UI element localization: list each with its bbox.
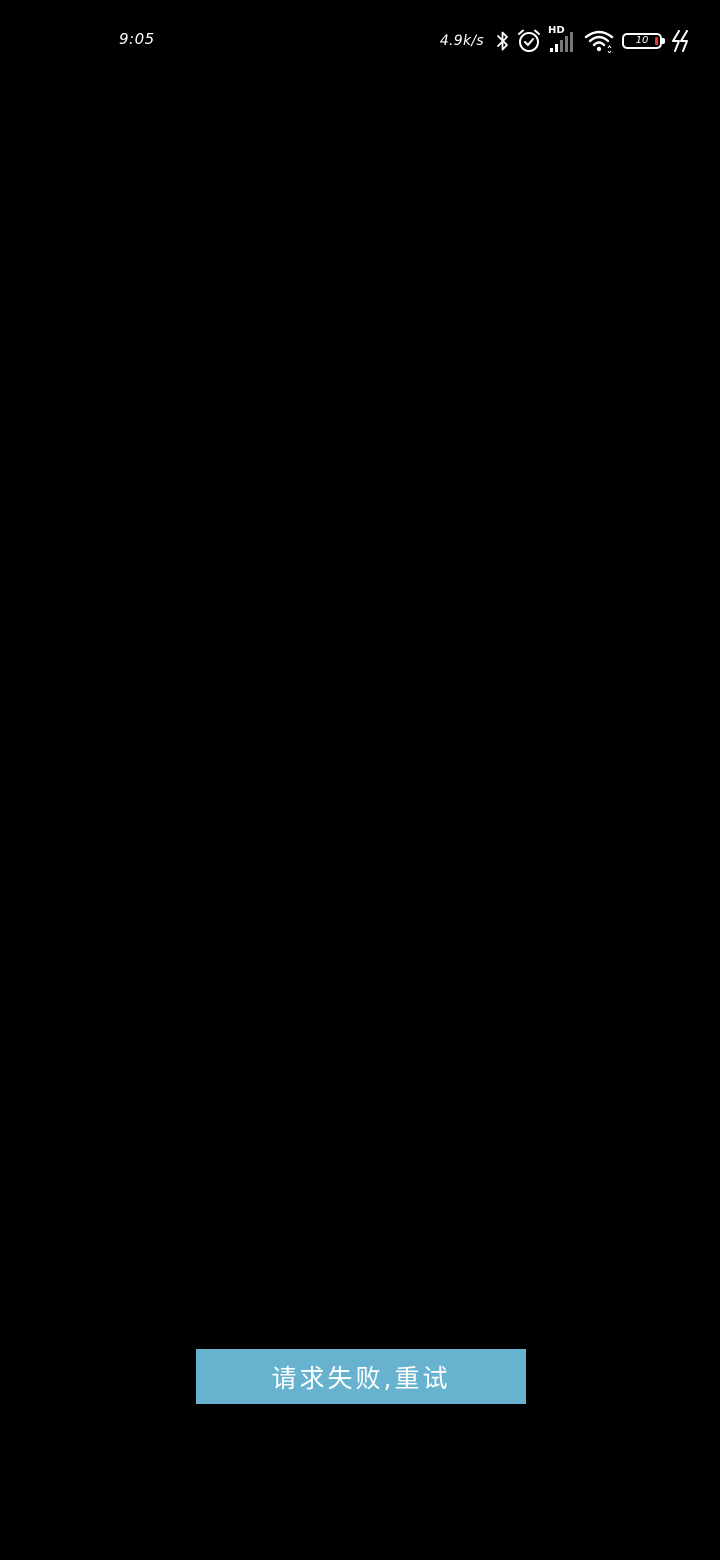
signal-icon: HD [548, 25, 578, 55]
battery-level-fill [655, 37, 658, 45]
alarm-icon [516, 28, 542, 54]
charging-icon [670, 30, 690, 52]
network-speed: 4.9k/s [439, 33, 484, 49]
bluetooth-icon [496, 29, 510, 53]
status-bar: 9:05 4.9k/s HD 10 [0, 0, 720, 82]
battery-icon: 10 [622, 33, 665, 49]
web-content-area [0, 82, 720, 1560]
app-screen: 9:05 4.9k/s HD 10 请求失败,重试 [0, 0, 720, 1560]
retry-button[interactable]: 请求失败,重试 [196, 1349, 526, 1404]
clock: 9:05 [119, 30, 155, 48]
wifi-icon [584, 29, 614, 53]
status-icons: 4.9k/s HD 10 [439, 25, 690, 56]
